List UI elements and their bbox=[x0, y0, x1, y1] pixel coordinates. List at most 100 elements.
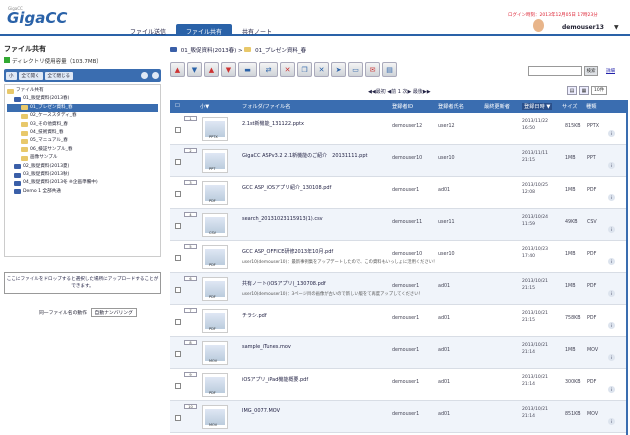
expand-all-button[interactable]: 全て開く bbox=[18, 71, 43, 80]
breadcrumb-item[interactable]: 01_販促資料(2013春) bbox=[181, 48, 237, 54]
col-date[interactable]: 登録日時 ▼ bbox=[522, 103, 553, 110]
scrollbar[interactable] bbox=[626, 100, 628, 435]
tree-item[interactable]: 01_販促資料(2013春) bbox=[7, 95, 158, 103]
row-checkbox[interactable] bbox=[175, 255, 181, 261]
tree-item[interactable]: 03_その他資料_春 bbox=[7, 121, 158, 129]
detail-search-link[interactable]: 詳細 bbox=[606, 68, 615, 74]
refresh-icon[interactable] bbox=[141, 72, 148, 79]
file-thumbnail[interactable]: PDF bbox=[202, 373, 228, 397]
info-icon[interactable]: i bbox=[608, 386, 615, 393]
file-name-link[interactable]: IMG_0077.MOV bbox=[242, 408, 280, 414]
row-checkbox[interactable] bbox=[175, 351, 181, 357]
info-icon[interactable]: i bbox=[608, 322, 615, 329]
row-checkbox[interactable] bbox=[175, 287, 181, 293]
tools-icon[interactable]: ✕ bbox=[314, 62, 329, 77]
list-view-icon[interactable]: ▤ bbox=[567, 86, 577, 95]
size-select[interactable]: 小 bbox=[6, 71, 17, 80]
per-page-select[interactable]: 10件 bbox=[591, 86, 608, 95]
tree-item[interactable]: 05_マニュアル_春 bbox=[7, 137, 158, 145]
tab-file-send[interactable]: ファイル送信 bbox=[120, 24, 176, 36]
info-icon[interactable]: i bbox=[608, 354, 615, 361]
table-row[interactable]: 9 PDF iOSアプリ_iPad機能概要.pdf demouser1 ad01 2013… bbox=[170, 369, 628, 401]
col-type[interactable]: 種類 bbox=[586, 103, 596, 110]
upload-folder-icon[interactable]: ▲ bbox=[204, 62, 219, 77]
settings-icon[interactable] bbox=[152, 72, 159, 79]
tree-item[interactable]: 03_販促資料(2013秋) bbox=[7, 171, 158, 179]
file-thumbnail[interactable]: PDF bbox=[202, 277, 228, 301]
file-name-link[interactable]: GCC ASP_OFFICE研修2013年10月.pdf bbox=[242, 248, 333, 255]
delete-icon[interactable]: ✕ bbox=[280, 62, 295, 77]
info-icon[interactable]: i bbox=[608, 162, 615, 169]
row-checkbox[interactable] bbox=[175, 383, 181, 389]
file-name-link[interactable]: sample_iTunes.mov bbox=[242, 344, 291, 350]
new-folder-icon[interactable]: ▬ bbox=[238, 62, 257, 77]
file-thumbnail[interactable]: PPT bbox=[202, 149, 228, 173]
file-thumbnail[interactable]: PPTX bbox=[202, 117, 228, 141]
drop-zone[interactable]: ここにファイルをドロップすると選択した場所にアップロードすることができます。 bbox=[4, 272, 161, 294]
table-row[interactable]: 5 PDF GCC ASP_OFFICE研修2013年10月.pdf user10(d… bbox=[170, 241, 628, 273]
file-thumbnail[interactable]: MOV bbox=[202, 341, 228, 365]
file-name-link[interactable]: GigaCC ASPv3.2 2.1新機能のご紹介 20131111.ppt bbox=[242, 152, 367, 159]
tab-file-share[interactable]: ファイル共有 bbox=[176, 24, 233, 36]
col-user-name[interactable]: 登録者氏名 bbox=[438, 103, 464, 110]
info-icon[interactable]: i bbox=[608, 226, 615, 233]
collapse-all-button[interactable]: 全て閉じる bbox=[44, 71, 73, 80]
tree-item[interactable]: 02_ケーススタディ_春 bbox=[7, 112, 158, 120]
file-thumbnail[interactable]: CSV bbox=[202, 213, 228, 237]
table-row[interactable]: 3 PDF GCC ASP_iOSアプリ紹介_130108.pdf demouser1… bbox=[170, 177, 628, 209]
row-checkbox[interactable] bbox=[175, 127, 181, 133]
row-checkbox[interactable] bbox=[175, 159, 181, 165]
table-row[interactable]: 10 MOV IMG_0077.MOV demouser1 ad01 2013/10/21… bbox=[170, 401, 628, 433]
notify-icon[interactable]: ✉ bbox=[365, 62, 380, 77]
tree-item[interactable]: 04_技術資料_春 bbox=[7, 129, 158, 137]
copy-icon[interactable]: ❐ bbox=[297, 62, 312, 77]
select-all-checkbox[interactable]: ☐ bbox=[175, 103, 180, 109]
info-icon[interactable]: i bbox=[608, 258, 615, 265]
url-icon[interactable]: ▭ bbox=[348, 62, 363, 77]
send-icon[interactable]: ➤ bbox=[331, 62, 346, 77]
table-row[interactable]: 2 PPT GigaCC ASPv3.2 2.1新機能のご紹介 20131111.p… bbox=[170, 145, 628, 177]
file-name-link[interactable]: GCC ASP_iOSアプリ紹介_130108.pdf bbox=[242, 184, 331, 191]
download-zip-icon[interactable]: ▼ bbox=[221, 62, 236, 77]
pager[interactable]: ◀◀最初 ◀前 1 次▶ 最後▶▶ bbox=[368, 88, 431, 95]
table-row[interactable]: 8 MOV sample_iTunes.mov demouser1 ad01 2013/1… bbox=[170, 337, 628, 369]
file-name-link[interactable]: 共有ノート(iOSアプリ)_130708.pdf bbox=[242, 280, 326, 287]
tree-item[interactable]: ファイル共有 bbox=[7, 87, 158, 95]
info-icon[interactable]: i bbox=[608, 418, 615, 425]
user-name[interactable]: demouser13 bbox=[562, 24, 604, 31]
tree-item[interactable]: 画像サンプル bbox=[7, 154, 158, 162]
tree-item[interactable]: 04_販促資料(2013冬 ※企画準備中) bbox=[7, 179, 158, 187]
search-button[interactable]: 検索 bbox=[584, 66, 598, 76]
header-size-select[interactable]: 小▼ bbox=[200, 103, 209, 110]
info-icon[interactable]: i bbox=[608, 194, 615, 201]
tree-item[interactable]: Demo 1 全部共通 bbox=[7, 188, 158, 196]
info-icon[interactable]: i bbox=[608, 290, 615, 297]
table-row[interactable]: 7 PDF チラシ.pdf demouser1 ad01 2013/10/21 21:15 7… bbox=[170, 305, 628, 337]
table-row[interactable]: 4 CSV search_20131023115913(1).csv demouser… bbox=[170, 209, 628, 241]
col-user-id[interactable]: 登録者ID bbox=[392, 103, 413, 110]
move-icon[interactable]: ⇄ bbox=[259, 62, 278, 77]
table-row[interactable]: 6 PDF 共有ノート(iOSアプリ)_130708.pdf user10(demou… bbox=[170, 273, 628, 305]
col-updater[interactable]: 最終更新者 bbox=[484, 103, 510, 110]
file-thumbnail[interactable]: PDF bbox=[202, 309, 228, 333]
search-input[interactable] bbox=[528, 66, 582, 76]
row-checkbox[interactable] bbox=[175, 191, 181, 197]
col-size[interactable]: サイズ bbox=[562, 103, 577, 110]
file-name-link[interactable]: チラシ.pdf bbox=[242, 312, 267, 319]
tree-item[interactable]: 02_販促資料(2013夏) bbox=[7, 163, 158, 171]
tab-shared-note[interactable]: 共有ノート bbox=[232, 24, 282, 36]
file-name-link[interactable]: 2.1st新機能_131122.pptx bbox=[242, 120, 304, 127]
col-name[interactable]: フォルダ/ファイル名 bbox=[242, 103, 290, 110]
table-row[interactable]: 1 PPTX 2.1st新機能_131122.pptx demouser12 user1… bbox=[170, 113, 628, 145]
same-file-select[interactable]: 自動ナンバリング bbox=[90, 308, 137, 317]
row-checkbox[interactable] bbox=[175, 319, 181, 325]
file-name-link[interactable]: search_20131023115913(1).csv bbox=[242, 216, 323, 222]
tree-item[interactable]: 01_プレゼン資料_春 bbox=[7, 103, 158, 113]
file-thumbnail[interactable]: PDF bbox=[202, 245, 228, 269]
row-checkbox[interactable] bbox=[175, 223, 181, 229]
upload-icon[interactable]: ▲ bbox=[170, 62, 185, 77]
row-checkbox[interactable] bbox=[175, 415, 181, 421]
file-thumbnail[interactable]: PDF bbox=[202, 181, 228, 205]
info-icon[interactable]: i bbox=[608, 130, 615, 137]
tree-item[interactable]: 06_検証サンプル_春 bbox=[7, 146, 158, 154]
